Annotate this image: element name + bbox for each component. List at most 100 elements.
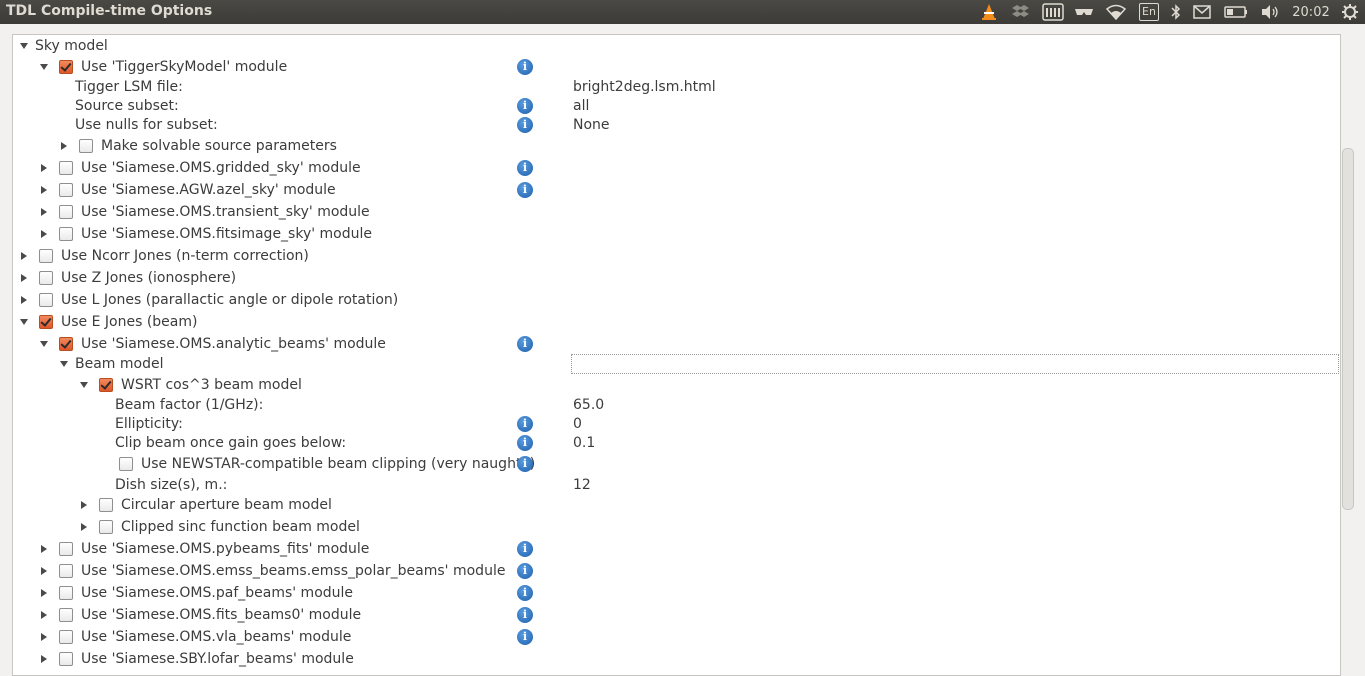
expand-right-icon[interactable] [41, 611, 47, 619]
info-icon[interactable]: i [517, 456, 533, 472]
expand-right-icon[interactable] [21, 252, 27, 260]
spy-icon[interactable] [1072, 0, 1096, 24]
clock[interactable]: 20:02 [1290, 0, 1332, 24]
row-label: Use 'Siamese.OMS.paf_beams' module [81, 585, 354, 601]
nulls-subset-value[interactable]: None [573, 115, 610, 135]
expand-right-icon[interactable] [41, 655, 47, 663]
beam-model-selector[interactable] [571, 354, 1339, 374]
checkbox[interactable] [59, 586, 73, 600]
clip-beam-value[interactable]: 0.1 [573, 433, 595, 453]
expand-down-icon[interactable] [20, 319, 28, 325]
row-label: Use 'Siamese.OMS.vla_beams' module [81, 629, 352, 645]
expand-right-icon[interactable] [41, 208, 47, 216]
info-icon[interactable]: i [517, 435, 533, 451]
checkbox[interactable] [59, 183, 73, 197]
checkbox[interactable] [79, 139, 93, 153]
ellipticity-value[interactable]: 0 [573, 414, 582, 434]
row-label: Use 'Siamese.OMS.fits_beams0' module [81, 607, 362, 623]
row-label: Use NEWSTAR-compatible beam clipping (ve… [141, 456, 536, 472]
expand-right-icon[interactable] [41, 545, 47, 553]
checkbox[interactable] [59, 161, 73, 175]
checkbox[interactable] [39, 293, 53, 307]
checkbox[interactable] [59, 227, 73, 241]
battery-icon[interactable] [1222, 0, 1250, 24]
checkbox-checked[interactable] [59, 60, 73, 74]
top-panel: TDL Compile-time Options En 20:02 [0, 0, 1365, 24]
info-icon[interactable]: i [517, 416, 533, 432]
row-label: Use 'Siamese.OMS.fitsimage_sky' module [81, 226, 373, 242]
expand-right-icon[interactable] [81, 501, 87, 509]
expand-down-icon[interactable] [20, 43, 28, 49]
checkbox[interactable] [59, 205, 73, 219]
expand-right-icon[interactable] [21, 274, 27, 282]
row-label: Use 'Siamese.OMS.pybeams_fits' module [81, 541, 370, 557]
checkbox[interactable] [39, 271, 53, 285]
power-gear-icon[interactable] [1338, 0, 1362, 24]
beam-factor-value[interactable]: 65.0 [573, 395, 604, 415]
im-icon[interactable] [1041, 0, 1065, 24]
row-label: Use 'Siamese.SBY.lofar_beams' module [81, 651, 354, 667]
checkbox[interactable] [59, 652, 73, 666]
expand-right-icon[interactable] [41, 567, 47, 575]
info-icon[interactable]: i [517, 336, 533, 352]
keyboard-layout-icon[interactable]: En [1137, 0, 1161, 24]
info-icon[interactable]: i [517, 59, 533, 75]
mail-icon[interactable] [1190, 0, 1214, 24]
info-icon[interactable]: i [517, 98, 533, 114]
info-icon[interactable]: i [517, 585, 533, 601]
checkbox[interactable] [59, 630, 73, 644]
info-icon[interactable]: i [517, 117, 533, 133]
info-icon[interactable]: i [517, 607, 533, 623]
bluetooth-icon[interactable] [1166, 0, 1186, 24]
row-label: WSRT cos^3 beam model [121, 377, 302, 393]
expand-right-icon[interactable] [81, 523, 87, 531]
row-label: Beam model [75, 356, 164, 372]
row-label: Use 'Siamese.OMS.emss_beams.emss_polar_b… [81, 563, 506, 579]
expand-right-icon[interactable] [41, 230, 47, 238]
expand-right-icon[interactable] [41, 164, 47, 172]
expand-down-icon[interactable] [40, 64, 48, 70]
checkbox[interactable] [99, 520, 113, 534]
window-title: TDL Compile-time Options [6, 3, 213, 19]
checkbox[interactable] [99, 498, 113, 512]
expand-down-icon[interactable] [80, 382, 88, 388]
keyboard-layout-label: En [1139, 3, 1159, 21]
expand-right-icon[interactable] [61, 142, 67, 150]
row-label: Use 'Siamese.OMS.analytic_beams' module [81, 336, 386, 352]
checkbox[interactable] [39, 249, 53, 263]
row-label: Clip beam once gain goes below: [115, 435, 347, 451]
wifi-icon[interactable] [1104, 0, 1128, 24]
dish-size-value[interactable]: 12 [573, 475, 591, 495]
vlc-icon[interactable] [978, 0, 1000, 24]
row-label: Use 'Siamese.OMS.gridded_sky' module [81, 160, 361, 176]
expand-right-icon[interactable] [21, 296, 27, 304]
row-label: Use Z Jones (ionosphere) [61, 270, 237, 286]
volume-icon[interactable] [1258, 0, 1282, 24]
info-icon[interactable]: i [517, 629, 533, 645]
lsm-file-value[interactable]: bright2deg.lsm.html [573, 77, 716, 97]
checkbox-checked[interactable] [39, 315, 53, 329]
checkbox[interactable] [59, 542, 73, 556]
expand-down-icon[interactable] [40, 341, 48, 347]
row-label: Use nulls for subset: [75, 117, 218, 133]
expand-right-icon[interactable] [41, 633, 47, 641]
scrollbar-thumb[interactable] [1342, 148, 1354, 510]
info-icon[interactable]: i [517, 541, 533, 557]
expand-down-icon[interactable] [60, 361, 68, 367]
row-label: Source subset: [75, 98, 179, 114]
info-icon[interactable]: i [517, 182, 533, 198]
dropbox-icon[interactable] [1010, 0, 1032, 24]
expand-right-icon[interactable] [41, 589, 47, 597]
expand-right-icon[interactable] [41, 186, 47, 194]
checkbox[interactable] [59, 564, 73, 578]
row-label: Clipped sinc function beam model [121, 519, 360, 535]
source-subset-value[interactable]: all [573, 96, 589, 116]
info-icon[interactable]: i [517, 160, 533, 176]
checkbox-checked[interactable] [99, 378, 113, 392]
checkbox[interactable] [59, 608, 73, 622]
info-icon[interactable]: i [517, 563, 533, 579]
row-label: Dish size(s), m.: [115, 477, 228, 493]
checkbox[interactable] [119, 457, 133, 471]
checkbox-checked[interactable] [59, 337, 73, 351]
row-label: Use E Jones (beam) [61, 314, 198, 330]
